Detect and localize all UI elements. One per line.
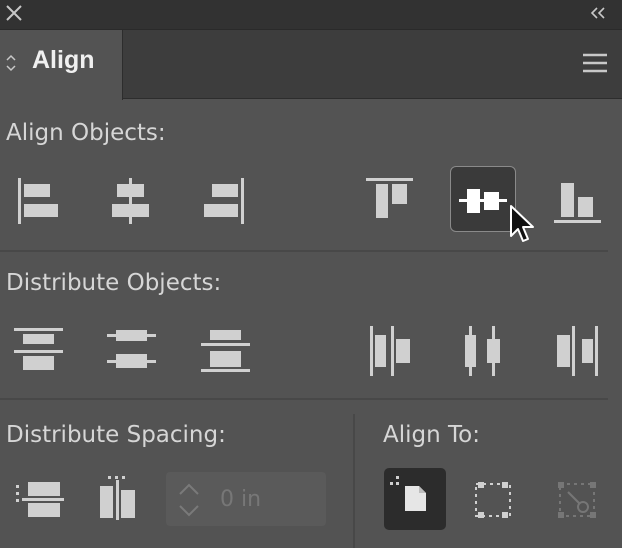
distribute-bottom-icon	[201, 330, 250, 372]
distribute-spacing-label: Distribute Spacing:	[6, 422, 226, 448]
spacing-field	[166, 472, 326, 526]
distribute-vertical-centers-button[interactable]	[98, 318, 164, 384]
distribute-horizontal-space-icon	[100, 476, 135, 520]
align-to-selection-icon	[390, 476, 426, 511]
align-top-edges-button[interactable]	[356, 168, 422, 234]
panel-menu-icon[interactable]	[581, 52, 609, 74]
align-left-edges-button[interactable]	[2, 168, 68, 234]
distribute-right-icon	[557, 326, 598, 376]
distribute-top-icon	[14, 328, 63, 370]
tab-label: Align	[32, 46, 95, 74]
spacing-input[interactable]	[220, 482, 320, 516]
align-horizontal-center-icon	[112, 178, 149, 224]
section-divider	[0, 250, 608, 252]
align-left-icon	[18, 178, 58, 224]
mouse-cursor-icon	[510, 205, 534, 242]
distribute-vertical-center-icon	[107, 330, 156, 368]
align-vertical-centers-button[interactable]	[450, 166, 516, 232]
distribute-vertical-space-icon	[16, 482, 64, 517]
align-right-edges-button[interactable]	[192, 168, 258, 234]
distribute-left-icon	[370, 326, 410, 376]
distribute-objects-label: Distribute Objects:	[6, 270, 222, 296]
align-to-label: Align To:	[383, 422, 480, 448]
align-objects-label: Align Objects:	[6, 120, 166, 146]
distribute-horizontal-center-icon	[465, 326, 500, 376]
align-top-icon	[366, 178, 413, 218]
align-to-key-object-icon	[558, 482, 596, 518]
distribute-horizontal-space-button[interactable]	[88, 466, 154, 532]
distribute-vertical-space-button[interactable]	[6, 466, 72, 532]
title-bar	[0, 0, 622, 30]
align-to-margins-icon	[475, 482, 511, 518]
distribute-bottom-edges-button[interactable]	[192, 318, 258, 384]
vertical-divider	[353, 414, 355, 548]
distribute-left-edges-button[interactable]	[358, 318, 424, 384]
align-bottom-icon	[554, 183, 601, 223]
distribute-horizontal-centers-button[interactable]	[450, 318, 516, 384]
spacing-stepper-icon[interactable]	[176, 480, 202, 520]
distribute-right-edges-button[interactable]	[544, 318, 610, 384]
align-to-key-object-button	[546, 468, 608, 530]
align-to-margins-button[interactable]	[462, 468, 524, 530]
distribute-top-edges-button[interactable]	[5, 318, 71, 384]
align-horizontal-centers-button[interactable]	[97, 168, 163, 234]
tab-expand-icon[interactable]	[4, 52, 18, 74]
close-icon[interactable]	[4, 3, 24, 23]
tab-align[interactable]: Align	[0, 30, 123, 100]
section-divider	[0, 398, 608, 400]
align-to-selection-button[interactable]	[384, 468, 446, 530]
collapse-panel-icon[interactable]	[588, 5, 608, 21]
align-right-icon	[204, 178, 244, 224]
align-bottom-edges-button[interactable]	[544, 168, 610, 234]
